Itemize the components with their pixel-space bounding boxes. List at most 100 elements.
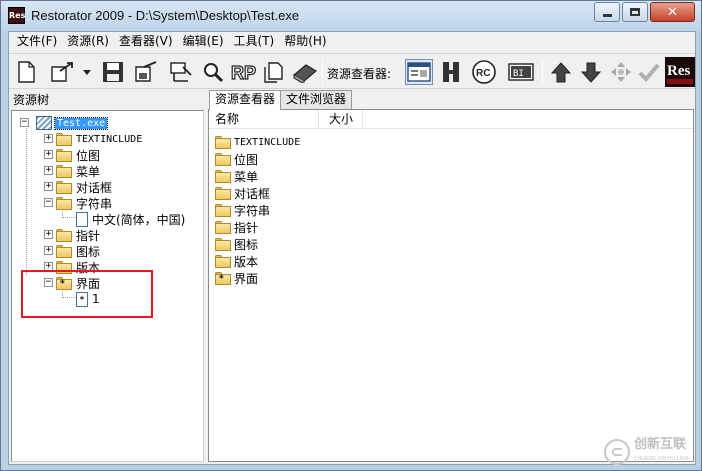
tree-item-string-chinese[interactable]: 中文(简体，中国) <box>76 211 185 227</box>
watermark-logo-icon: ⊂ <box>604 439 630 465</box>
viewer-button[interactable] <box>405 59 433 85</box>
folder-icon <box>215 187 231 200</box>
watermark: ⊂ 创新互联 CHUANG XIN HU LIAN <box>604 432 702 471</box>
list-item[interactable]: 菜单 <box>215 168 258 185</box>
minimize-icon <box>602 13 612 17</box>
folder-icon <box>215 255 231 268</box>
app-icon[interactable]: Res <box>8 7 25 24</box>
tree-item-dialog[interactable]: + 对话框 <box>38 179 112 195</box>
expand-icon[interactable]: + <box>44 166 53 175</box>
tree-item-string[interactable]: − 字符串 <box>38 195 112 211</box>
move-up-button[interactable] <box>549 59 573 85</box>
list-item[interactable]: TEXTINCLUDE <box>215 134 300 151</box>
folder-icon <box>215 221 231 234</box>
collapse-icon[interactable]: − <box>44 198 53 207</box>
list-item[interactable]: 版本 <box>215 253 258 270</box>
tab-resource-viewer[interactable]: 资源查看器 <box>209 90 282 110</box>
list-item[interactable]: 位图 <box>215 151 258 168</box>
tree-root[interactable]: − Test.exe <box>20 115 109 131</box>
expand-icon[interactable]: + <box>44 134 53 143</box>
search-button[interactable] <box>201 59 225 85</box>
expand-icon[interactable]: + <box>44 230 53 239</box>
res-logo-button[interactable]: Res <box>664 56 696 88</box>
tree-item-label: 菜单 <box>76 164 101 179</box>
extract-button[interactable] <box>167 59 195 85</box>
new-file-button[interactable] <box>15 59 37 85</box>
tree-item-label: 指针 <box>76 228 101 243</box>
menu-viewer[interactable]: 查看器(V) <box>114 32 178 51</box>
column-size[interactable]: 大小 <box>319 110 363 129</box>
tree-item-menu[interactable]: + 菜单 <box>38 163 100 179</box>
folder-icon <box>215 153 231 166</box>
title-bar[interactable]: Res Restorator 2009 - D:\System\Desktop\… <box>1 1 701 31</box>
save-as-icon <box>135 61 157 82</box>
rc-button[interactable]: RC <box>471 59 497 85</box>
dropdown-arrow-icon <box>83 70 91 75</box>
list-item-label: 字符串 <box>234 204 271 218</box>
menu-help[interactable]: 帮助(H) <box>279 32 331 51</box>
close-button[interactable]: ✕ <box>650 2 695 22</box>
apply-button[interactable] <box>637 59 661 85</box>
tree-item-cursor[interactable]: + 指针 <box>38 227 100 243</box>
binary-text: BI <box>513 69 524 79</box>
menu-edit[interactable]: 编辑(E) <box>178 32 229 51</box>
menu-file[interactable]: 文件(F) <box>9 32 62 51</box>
save-as-button[interactable] <box>133 59 161 85</box>
resource-tree-header: 资源树 <box>13 93 50 107</box>
book-icon <box>292 64 318 83</box>
tree-item-label: 中文(简体，中国) <box>92 212 186 227</box>
tree-item-textinclude[interactable]: + TEXTINCLUDE <box>38 131 142 147</box>
open-dropdown-button[interactable] <box>81 59 93 85</box>
document-icon <box>76 211 88 227</box>
list-item-label: 指针 <box>234 221 259 235</box>
tree-item-label: TEXTINCLUDE <box>76 133 143 145</box>
search-icon <box>204 63 224 83</box>
folder-icon <box>56 180 72 194</box>
tab-file-browser[interactable]: 文件浏览器 <box>280 90 353 109</box>
expand-icon[interactable]: + <box>44 182 53 191</box>
move-down-button[interactable] <box>579 59 603 85</box>
expand-icon[interactable]: + <box>44 150 53 159</box>
expand-icon[interactable]: + <box>44 246 53 255</box>
folder-icon <box>56 164 72 178</box>
tree-root-label: Test.exe <box>53 116 109 130</box>
list-item-label: TEXTINCLUDE <box>234 137 301 148</box>
maximize-button[interactable] <box>622 2 648 22</box>
list-item[interactable]: 对话框 <box>215 185 270 202</box>
column-name[interactable]: 名称 <box>209 110 319 129</box>
binary-button[interactable]: BI <box>507 59 535 85</box>
hex-button[interactable] <box>439 59 463 85</box>
list-item-label: 菜单 <box>234 170 259 184</box>
folder-icon <box>56 228 72 242</box>
res-logo-text: Res <box>667 63 690 79</box>
folder-icon <box>215 204 231 217</box>
tree-item-bitmap[interactable]: + 位图 <box>38 147 100 163</box>
list-item[interactable]: * 界面 <box>215 270 258 287</box>
tree-item-icon[interactable]: + 图标 <box>38 243 100 259</box>
watermark-title: 创新互联 <box>634 437 687 452</box>
menu-resource[interactable]: 资源(R) <box>62 32 114 51</box>
open-file-button[interactable] <box>49 59 77 85</box>
folder-icon <box>215 136 231 149</box>
tree-item-label: 位图 <box>76 148 101 163</box>
special-folder-icon: * <box>215 272 231 285</box>
save-button[interactable] <box>101 59 125 85</box>
list-item[interactable]: 图标 <box>215 236 258 253</box>
book-button[interactable] <box>291 59 319 85</box>
resource-list[interactable]: 名称 大小 TEXTINCLUDE 位图 菜单 对话框 字符串 指针 图标 版本… <box>208 109 694 462</box>
navigate-button[interactable] <box>609 59 633 85</box>
minimize-button[interactable] <box>594 2 620 22</box>
list-item[interactable]: 指针 <box>215 219 258 236</box>
folder-icon <box>215 238 231 251</box>
toolbar-separator <box>322 60 323 84</box>
rc-icon: RC <box>472 60 496 84</box>
rp-button[interactable]: RP <box>229 59 257 85</box>
maximize-icon <box>630 8 640 16</box>
collapse-icon[interactable]: − <box>20 118 29 127</box>
list-item[interactable]: 字符串 <box>215 202 270 219</box>
navigate-icon <box>611 62 631 82</box>
copy-icon <box>264 62 283 83</box>
menu-tools[interactable]: 工具(T) <box>229 32 280 51</box>
copy-button[interactable] <box>261 59 287 85</box>
list-item-label: 界面 <box>234 272 259 286</box>
